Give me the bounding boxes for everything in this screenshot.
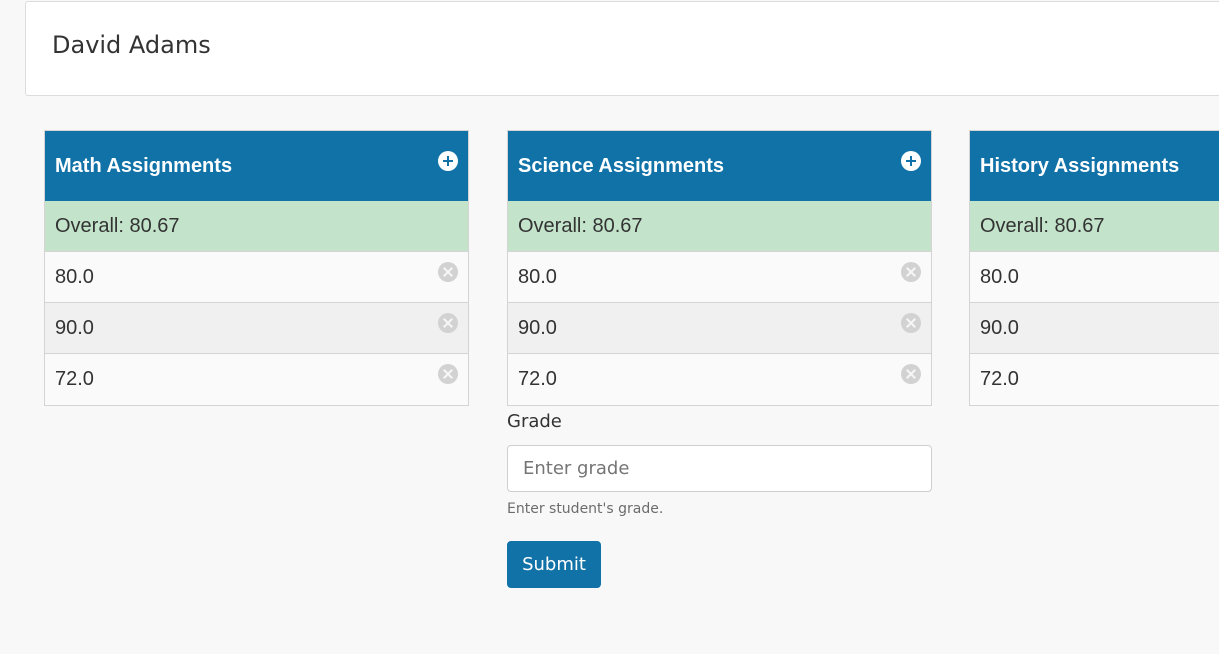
- add-assignment-icon[interactable]: [901, 151, 921, 171]
- grade-input[interactable]: [507, 445, 932, 492]
- grade-row: 72.0: [45, 354, 468, 405]
- overall-row: Overall: 80.67: [970, 201, 1219, 252]
- grade-row: 90.0: [970, 303, 1219, 354]
- grade-row: 90.0: [508, 303, 931, 354]
- panel-heading: Math Assignments: [45, 131, 468, 201]
- overall-row: Overall: 80.67: [508, 201, 931, 252]
- remove-grade-icon[interactable]: [438, 262, 458, 282]
- overall-row: Overall: 80.67: [45, 201, 468, 252]
- grade-value: 72.0: [518, 368, 557, 390]
- grade-row: 80.0: [970, 252, 1219, 303]
- remove-grade-icon[interactable]: [901, 313, 921, 333]
- remove-grade-icon[interactable]: [438, 313, 458, 333]
- panel-title: History Assignments: [980, 155, 1180, 177]
- grade-row: 80.0: [45, 252, 468, 303]
- submit-button[interactable]: Submit: [507, 541, 601, 588]
- grade-row: 80.0: [508, 252, 931, 303]
- overall-score: Overall: 80.67: [518, 215, 643, 237]
- grade-row: 72.0: [508, 354, 931, 405]
- panel-heading: Science Assignments: [508, 131, 931, 201]
- add-assignment-icon[interactable]: [438, 151, 458, 171]
- grade-value: 72.0: [55, 368, 94, 390]
- grade-value: 90.0: [518, 317, 557, 339]
- grade-label: Grade: [507, 411, 562, 432]
- panel-title: Math Assignments: [55, 155, 233, 177]
- student-name: David Adams: [52, 31, 211, 59]
- overall-score: Overall: 80.67: [980, 215, 1105, 237]
- remove-grade-icon[interactable]: [901, 262, 921, 282]
- overall-score: Overall: 80.67: [55, 215, 180, 237]
- panel-heading: History Assignments: [970, 131, 1219, 201]
- remove-grade-icon[interactable]: [438, 364, 458, 384]
- grade-value: 90.0: [980, 317, 1019, 339]
- grade-value: 80.0: [55, 266, 94, 288]
- grade-value: 90.0: [55, 317, 94, 339]
- history-assignments-panel: History Assignments Overall: 80.67 80.0 …: [969, 130, 1219, 406]
- remove-grade-icon[interactable]: [901, 364, 921, 384]
- grade-value: 80.0: [980, 266, 1019, 288]
- grade-row: 90.0: [45, 303, 468, 354]
- grade-value: 80.0: [518, 266, 557, 288]
- grade-help-text: Enter student's grade.: [507, 501, 664, 517]
- math-assignments-panel: Math Assignments Overall: 80.67 80.0 90.…: [44, 130, 469, 406]
- grade-row: 72.0: [970, 354, 1219, 405]
- grade-value: 72.0: [980, 368, 1019, 390]
- student-header-card: David Adams: [25, 1, 1219, 96]
- panel-title: Science Assignments: [518, 155, 725, 177]
- science-assignments-panel: Science Assignments Overall: 80.67 80.0 …: [507, 130, 932, 406]
